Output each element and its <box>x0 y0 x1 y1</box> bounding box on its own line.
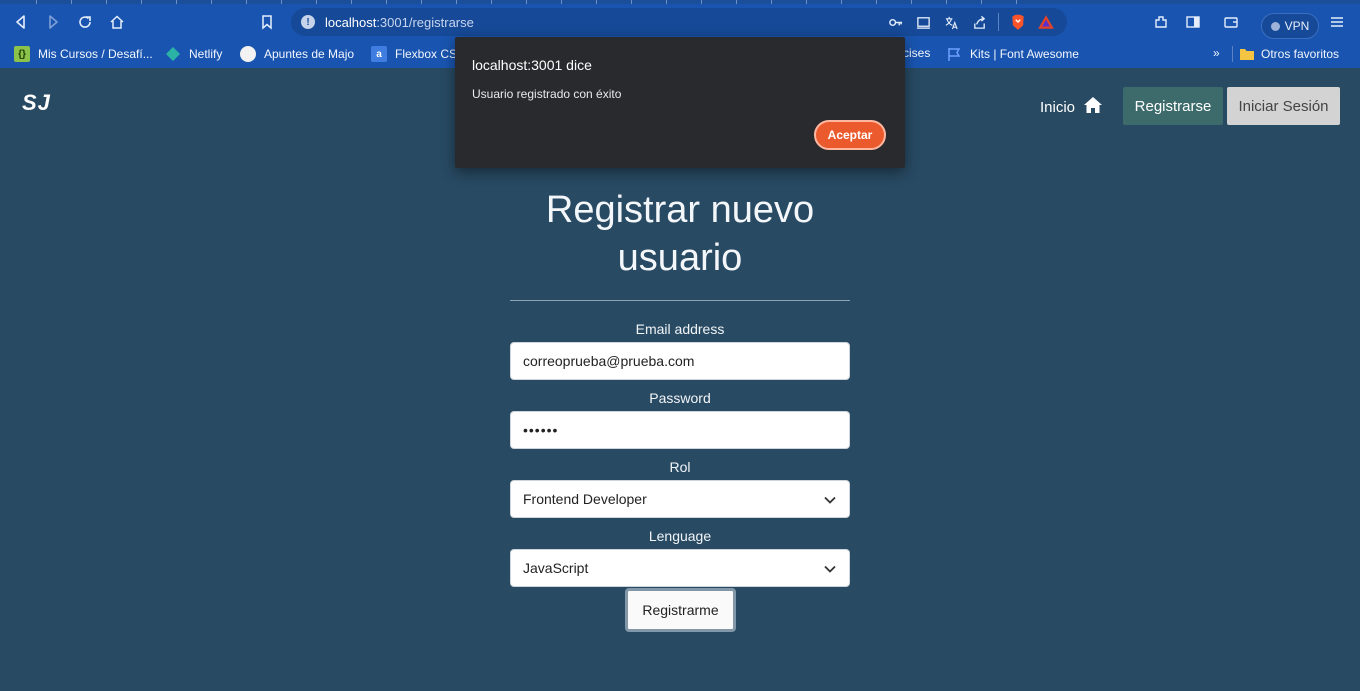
cast-icon[interactable] <box>914 13 932 31</box>
registrarse-button[interactable]: Registrarse <box>1123 87 1223 125</box>
bookmark-exercises[interactable]: cises <box>903 46 930 60</box>
bookmark-label: Netlify <box>189 47 223 61</box>
address-bar[interactable]: ! localhost:3001/registrarse <box>291 8 1067 36</box>
email-field[interactable]: correoprueba@prueba.com <box>510 342 850 380</box>
back-icon[interactable] <box>5 6 37 38</box>
chevron-down-icon <box>824 496 836 504</box>
chevron-down-icon <box>824 565 836 573</box>
password-value: •••••• <box>523 422 559 438</box>
brave-rewards-icon[interactable] <box>1037 13 1055 31</box>
rol-value: Frontend Developer <box>523 491 647 507</box>
menu-icon[interactable] <box>1321 6 1353 38</box>
vpn-label: VPN <box>1284 19 1310 33</box>
circle-icon <box>240 46 256 62</box>
home-icon <box>1083 96 1103 118</box>
password-label: Password <box>649 390 711 406</box>
bookmark-other-favorites[interactable]: Otros favoritos <box>1232 46 1339 62</box>
brave-shield-icon[interactable] <box>1009 13 1027 31</box>
omnibox-divider <box>998 13 999 31</box>
vpn-button[interactable]: VPN <box>1261 13 1319 39</box>
code-icon: {} <box>14 46 30 62</box>
share-icon[interactable] <box>970 13 988 31</box>
wallet-icon[interactable] <box>1215 6 1247 38</box>
bookmark-label: cises <box>903 46 931 60</box>
lenguage-label: Lenguage <box>648 528 712 544</box>
bookmark-label: Apuntes de Majo <box>264 47 355 61</box>
bookmark-icon[interactable] <box>251 6 283 38</box>
bookmark-apuntes[interactable]: Apuntes de Majo <box>240 46 354 62</box>
key-icon[interactable] <box>886 13 904 31</box>
forward-icon[interactable] <box>37 6 69 38</box>
rol-select[interactable]: Frontend Developer <box>510 480 850 518</box>
bookmarks-divider <box>1232 46 1233 62</box>
password-field[interactable]: •••••• <box>510 411 850 449</box>
dialog-message: Usuario registrado con éxito <box>472 87 622 101</box>
bookmark-netlify[interactable]: Netlify <box>165 46 222 62</box>
url-path: :3001/registrarse <box>376 14 474 30</box>
browser-toolbar: ! localhost:3001/registrarse VPN <box>0 4 1360 40</box>
sidebar-icon[interactable] <box>1177 6 1209 38</box>
translate-icon[interactable] <box>942 13 960 31</box>
bookmark-label: Kits | Font Awesome <box>970 47 1079 61</box>
netlify-icon <box>165 46 181 62</box>
bookmark-mis-cursos[interactable]: {} Mis Cursos / Desafí... <box>14 46 153 62</box>
site-info-icon[interactable]: ! <box>301 15 315 29</box>
vpn-status-icon <box>1270 21 1280 31</box>
url-host: localhost <box>325 14 377 30</box>
home-icon[interactable] <box>101 6 133 38</box>
chevron-double-right-icon: » <box>1213 46 1220 60</box>
iniciar-sesion-button[interactable]: Iniciar Sesión <box>1227 87 1340 125</box>
bookmarks-overflow-button[interactable]: » <box>1213 46 1220 60</box>
email-value: correoprueba@prueba.com <box>523 353 695 369</box>
nav-inicio-link[interactable]: Inicio <box>1040 96 1103 118</box>
title-divider <box>510 300 850 301</box>
page-title-line1: Registrar nuevo <box>545 189 815 231</box>
page-title-line2: usuario <box>617 237 743 279</box>
page-title: Registrar nuevo usuario <box>510 186 850 282</box>
dialog-ok-button[interactable]: Aceptar <box>814 120 886 150</box>
extensions-icon[interactable] <box>1145 6 1177 38</box>
flag-icon <box>946 46 962 62</box>
lenguage-value: JavaScript <box>523 560 589 576</box>
lenguage-select[interactable]: JavaScript <box>510 549 850 587</box>
dialog-title: localhost:3001 dice <box>472 57 592 73</box>
bookmark-font-awesome[interactable]: Kits | Font Awesome <box>946 46 1079 62</box>
bookmark-label: Otros favoritos <box>1261 47 1340 61</box>
bookmark-flexbox[interactable]: a Flexbox CSS <box>371 46 465 62</box>
rol-label: Rol <box>669 459 691 475</box>
alert-dialog: localhost:3001 dice Usuario registrado c… <box>455 37 905 168</box>
reload-icon[interactable] <box>69 6 101 38</box>
bookmark-label: Mis Cursos / Desafí... <box>38 47 153 61</box>
logo[interactable]: SJ <box>22 90 51 116</box>
registrarme-button[interactable]: Registrarme <box>625 588 736 632</box>
email-label: Email address <box>635 321 725 337</box>
nav-inicio-label: Inicio <box>1040 98 1076 116</box>
folder-icon <box>1239 46 1255 62</box>
a-icon: a <box>371 46 387 62</box>
register-form: Registrar nuevo usuario Email address co… <box>510 186 850 632</box>
